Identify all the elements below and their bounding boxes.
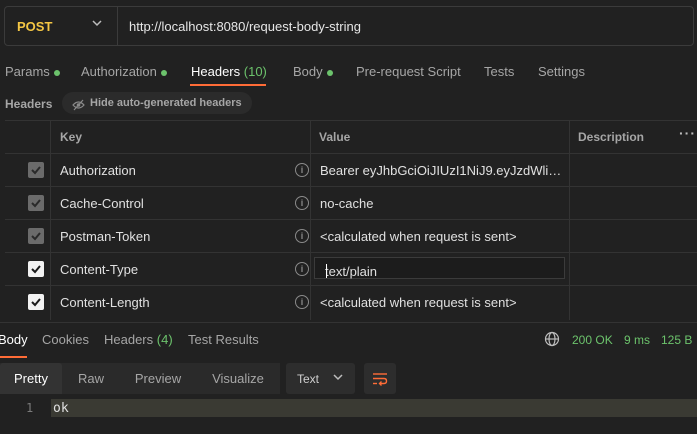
format-select[interactable]: Text (286, 363, 355, 394)
active-response-tab-indicator (0, 356, 27, 358)
row-checkbox[interactable] (28, 162, 44, 178)
url-bar: POST http://localhost:8080/request-body-… (4, 6, 694, 46)
info-icon[interactable]: i (295, 295, 309, 309)
response-tab-cookies[interactable]: Cookies (42, 332, 89, 347)
url-input[interactable]: http://localhost:8080/request-body-strin… (129, 19, 361, 34)
more-options-icon[interactable]: ··· (679, 125, 696, 141)
view-tab-preview[interactable]: Preview (122, 363, 194, 394)
info-icon[interactable]: i (295, 229, 309, 243)
column-value: Value (319, 130, 351, 144)
chevron-down-icon[interactable] (91, 17, 103, 32)
active-tab-indicator (190, 84, 266, 86)
hide-auto-headers-button[interactable]: Hide auto-generated headers (62, 92, 252, 114)
response-size[interactable]: 125 B (661, 333, 692, 347)
status-dot-icon (326, 69, 333, 76)
tab-tests[interactable]: Tests (484, 64, 514, 79)
headers-section-title: Headers (5, 97, 53, 111)
header-key[interactable]: Postman-Token (60, 229, 150, 244)
info-icon[interactable]: i (295, 163, 309, 177)
column-key: Key (60, 130, 83, 144)
response-body-content[interactable]: ok (53, 401, 69, 416)
header-key[interactable]: Authorization (60, 163, 136, 178)
wrap-lines-button[interactable] (364, 363, 396, 394)
header-key[interactable]: Content-Length (60, 295, 150, 310)
active-line-highlight (51, 399, 697, 417)
format-selected: Text (297, 372, 320, 386)
tab-settings[interactable]: Settings (538, 64, 585, 79)
info-icon[interactable]: i (295, 262, 309, 276)
tab-pre-request-script[interactable]: Pre-request Script (356, 64, 461, 79)
method-select[interactable]: POST (17, 19, 52, 34)
chevron-down-icon (332, 371, 344, 386)
status-dot-icon (160, 69, 167, 76)
table-header-row: Key Value Description ··· (5, 120, 697, 153)
status-dot-icon (53, 69, 60, 76)
table-row: Postman-Token i <calculated when request… (5, 219, 697, 252)
table-row: Authorization i Bearer eyJhbGciOiJIUzI1N… (5, 153, 697, 186)
globe-icon[interactable] (544, 331, 560, 350)
view-tab-pretty[interactable]: Pretty (0, 363, 62, 394)
table-row: Content-Length i <calculated when reques… (5, 285, 697, 318)
response-time[interactable]: 9 ms (624, 333, 650, 347)
info-icon[interactable]: i (295, 196, 309, 210)
response-tab-body[interactable]: Body (0, 332, 28, 347)
request-tabs: Params Authorization Headers (10) Body P… (0, 58, 697, 88)
eye-off-icon (72, 97, 85, 119)
table-row: Cache-Control i no-cache (5, 186, 697, 219)
column-description: Description (578, 130, 645, 144)
line-number: 1 (26, 401, 34, 415)
view-tab-raw[interactable]: Raw (62, 363, 120, 394)
header-key[interactable]: Cache-Control (60, 196, 144, 211)
response-tab-headers[interactable]: Headers (4) (104, 332, 173, 347)
headers-count: (10) (243, 64, 267, 79)
header-key[interactable]: Content-Type (60, 262, 138, 277)
hide-auto-headers-label: Hide auto-generated headers (90, 97, 242, 109)
tab-body[interactable]: Body (293, 64, 333, 79)
header-value[interactable]: Bearer eyJhbGciOiJIUzI1NiJ9.eyJzdWliOiJ.… (320, 163, 570, 178)
response-tab-test-results[interactable]: Test Results (188, 332, 259, 347)
row-checkbox[interactable] (28, 261, 44, 277)
divider (117, 7, 118, 45)
row-checkbox[interactable] (28, 294, 44, 310)
table-row: Content-Type i text/plain (5, 252, 697, 285)
header-value[interactable]: no-cache (320, 196, 570, 211)
tab-authorization[interactable]: Authorization (81, 64, 167, 79)
header-value-input[interactable]: text/plain (314, 257, 565, 279)
view-tab-visualize[interactable]: Visualize (198, 363, 278, 394)
response-divider[interactable] (0, 322, 697, 323)
tab-headers[interactable]: Headers (10) (191, 64, 267, 79)
tab-params[interactable]: Params (5, 64, 60, 79)
header-value[interactable]: <calculated when request is sent> (320, 295, 570, 310)
row-checkbox[interactable] (28, 228, 44, 244)
row-checkbox[interactable] (28, 195, 44, 211)
text-cursor (326, 264, 327, 278)
status-code[interactable]: 200 OK (572, 333, 613, 347)
header-value[interactable]: <calculated when request is sent> (320, 229, 570, 244)
response-headers-count: (4) (156, 332, 173, 347)
